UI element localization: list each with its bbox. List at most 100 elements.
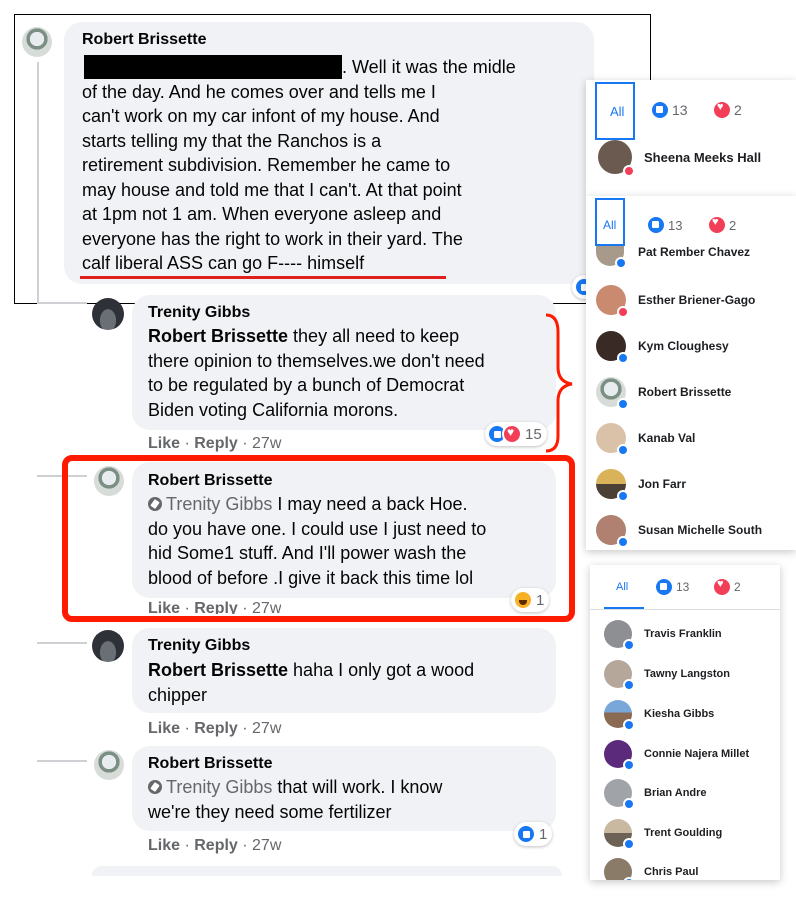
like-icon	[652, 102, 668, 118]
comment-line: chipper	[148, 684, 208, 705]
reactor-row[interactable]: Susan Michelle South	[596, 515, 762, 548]
avatar	[604, 819, 635, 850]
reactor-row[interactable]: Brian Andre	[604, 779, 707, 810]
reactor-row[interactable]: Travis Franklin	[604, 620, 722, 651]
like-button[interactable]: Like	[148, 435, 180, 452]
comment-line: Robert Brissette haha I only got a wood	[148, 660, 475, 680]
avatar	[596, 515, 629, 548]
tab-likes[interactable]: 13	[656, 579, 689, 595]
reactor-row[interactable]: Trent Goulding	[604, 819, 722, 850]
avatar[interactable]	[92, 298, 124, 330]
reactor-name[interactable]: Travis Franklin	[644, 628, 722, 640]
comment-line: Biden voting California morons.	[148, 399, 399, 420]
thread-connector	[37, 642, 87, 644]
reply-button[interactable]: Reply	[194, 435, 238, 452]
red-bracket-annotation	[545, 313, 573, 453]
reactor-name[interactable]: Esther Briener-Gago	[638, 293, 755, 307]
reactor-row[interactable]: Robert Brissette	[596, 377, 731, 410]
like-badge-icon	[623, 759, 635, 771]
timestamp[interactable]: 27w	[252, 720, 281, 737]
reactor-name[interactable]: Connie Najera Millet	[644, 748, 749, 760]
avatar	[604, 858, 635, 880]
reactor-name[interactable]: Tawny Langston	[644, 668, 730, 680]
reactor-name[interactable]: Brian Andre	[644, 787, 707, 799]
tab-all[interactable]: All	[616, 581, 628, 593]
reactor-row[interactable]: Tawny Langston	[604, 660, 730, 691]
avatar	[596, 377, 629, 410]
like-badge-icon	[617, 352, 629, 364]
reactor-name[interactable]: Kym Cloughesy	[638, 339, 729, 353]
reactor-row[interactable]: Pat Rember Chavez	[596, 245, 750, 269]
reactor-row[interactable]: Kiesha Gibbs	[604, 700, 714, 731]
comment-author[interactable]: Robert Brissette	[82, 31, 206, 49]
thread-connector	[37, 760, 87, 762]
avatar	[604, 740, 635, 771]
comment-text: Robert Brissette haha I only got a wood …	[148, 658, 548, 707]
like-icon	[656, 579, 672, 595]
like-badge-icon	[617, 444, 629, 456]
love-badge-icon	[617, 306, 629, 318]
like-badge-icon	[623, 798, 635, 810]
reactions-panel: All 13 2 Pat Rember Chavez Esther Briene…	[586, 196, 796, 550]
reactor-name[interactable]: Jon Farr	[638, 477, 686, 491]
thread-connector	[37, 302, 87, 304]
reaction-summary[interactable]: 15	[485, 422, 547, 446]
reactor-name[interactable]: Susan Michelle South	[638, 523, 762, 537]
comment-line: at 1pm not 1 am. When everyone asleep an…	[82, 204, 442, 224]
reactor-row[interactable]: Jon Farr	[596, 469, 686, 502]
reactor-name[interactable]: Kiesha Gibbs	[644, 708, 714, 720]
mention-link[interactable]: Robert Brissette	[148, 660, 288, 680]
avatar	[604, 779, 635, 810]
like-badge-icon	[623, 719, 635, 731]
mention-link[interactable]: Robert Brissette	[148, 326, 288, 346]
reactor-name[interactable]: Trent Goulding	[644, 827, 722, 839]
reactor-row[interactable]: Sheena Meeks Hall	[598, 140, 761, 177]
reactor-name[interactable]: Chris Paul	[644, 866, 698, 878]
tab-loves[interactable]: 2	[714, 101, 742, 118]
comment-line: there opinion to themselves.we don't nee…	[148, 350, 485, 371]
avatar	[598, 140, 635, 177]
reactor-name[interactable]: Pat Rember Chavez	[638, 245, 750, 259]
red-underline	[80, 276, 446, 279]
reactor-name[interactable]: Robert Brissette	[638, 385, 731, 399]
red-highlight-box	[62, 455, 575, 622]
tab-likes[interactable]: 13	[648, 217, 682, 233]
tab-loves[interactable]: 2	[709, 216, 736, 233]
reaction-summary[interactable]: 1	[514, 822, 553, 846]
like-badge-icon	[623, 679, 635, 691]
avatar	[596, 469, 629, 502]
avatar[interactable]	[94, 750, 124, 780]
comment-author[interactable]: Robert Brissette	[148, 755, 272, 773]
avatar	[596, 423, 629, 456]
reactions-panel: All 13 2 Sheena Meeks Hall	[586, 80, 796, 196]
timestamp[interactable]: 27w	[252, 837, 281, 854]
reactor-row[interactable]: Kym Cloughesy	[596, 331, 729, 364]
like-button[interactable]: Like	[148, 720, 180, 737]
reactor-name[interactable]: Sheena Meeks Hall	[644, 150, 761, 165]
tab-loves[interactable]: 2	[714, 578, 741, 595]
reactions-panel: All 13 2 Travis Franklin Tawny Langston …	[590, 565, 780, 880]
reactor-row[interactable]: Connie Najera Millet	[604, 740, 749, 771]
tab-all[interactable]: All	[610, 104, 624, 119]
like-button[interactable]: Like	[148, 837, 180, 854]
avatar	[604, 660, 635, 691]
reactor-row[interactable]: Esther Briener-Gago	[596, 285, 755, 318]
reactor-row[interactable]: Kanab Val	[596, 423, 695, 456]
comment-author[interactable]: Trenity Gibbs	[148, 637, 250, 655]
love-icon	[714, 578, 730, 595]
like-reaction-icon	[516, 824, 536, 844]
avatar[interactable]	[92, 630, 124, 662]
comment-text: Robert Brissette they all need to keep t…	[148, 324, 548, 422]
comment-line: Robert Brissette they all need to keep	[148, 326, 460, 346]
tab-all[interactable]: All	[603, 218, 616, 232]
reactor-row[interactable]: Chris Paul	[604, 858, 698, 880]
comment-author[interactable]: Trenity Gibbs	[148, 304, 250, 322]
avatar[interactable]	[22, 27, 52, 57]
reply-button[interactable]: Reply	[194, 720, 238, 737]
tab-likes[interactable]: 13	[652, 102, 688, 118]
reactor-name[interactable]: Kanab Val	[638, 431, 695, 445]
timestamp[interactable]: 27w	[252, 435, 281, 452]
reply-button[interactable]: Reply	[194, 837, 238, 854]
comment-line: to be regulated by a bunch of Democrat	[148, 375, 465, 395]
mention-link[interactable]: Trenity Gibbs	[148, 777, 272, 797]
